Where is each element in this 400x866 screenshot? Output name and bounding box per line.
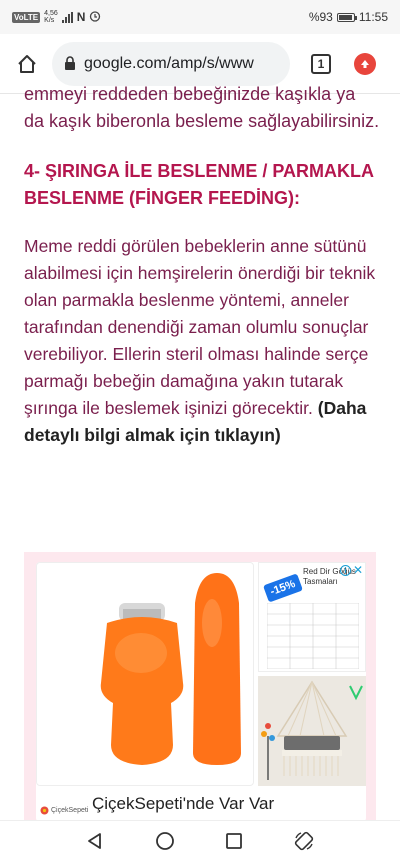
battery-percentage: %93 [308, 10, 333, 24]
advertisement[interactable]: -15% Red Dir Göğüs Tasmaları i ✕ ÇiçekSe… [24, 552, 376, 822]
lock-icon [65, 56, 75, 70]
ad-secondary-image[interactable]: -15% Red Dir Göğüs Tasmaları i ✕ [258, 562, 366, 672]
tab-count: 1 [311, 53, 331, 74]
nfc-icon: N [76, 10, 86, 24]
home-button[interactable] [10, 47, 44, 81]
status-bar: VoLTE 4,56 K/s N %93 11:55 [0, 0, 400, 34]
network-speed: 4,56 K/s [44, 10, 58, 24]
ad-hammock-image[interactable] [258, 676, 366, 786]
tab-switcher-button[interactable]: 1 [304, 47, 338, 81]
ad-card[interactable]: -15% Red Dir Göğüs Tasmaları i ✕ ÇiçekSe… [36, 562, 366, 822]
ad-logo: ÇiçekSepeti [40, 806, 88, 815]
square-recents-icon [226, 833, 242, 849]
info-icon[interactable]: i [339, 565, 351, 576]
back-button[interactable] [85, 831, 105, 856]
circle-home-icon [156, 832, 174, 850]
article-paragraph: Meme reddi görülen bebeklerin anne sütün… [24, 233, 380, 449]
section-heading: 4- ŞIRINGA İLE BESLENME / PARMAKLA BESLE… [24, 161, 374, 208]
battery-icon [336, 12, 357, 22]
ad-choices[interactable]: i ✕ [339, 564, 363, 576]
signal-icon [61, 11, 73, 23]
url-text: google.com/amp/s/www [84, 54, 254, 72]
article-content: emmeyi reddeden bebeğinizde kaşıkla ya d… [24, 84, 380, 449]
close-icon[interactable]: ✕ [353, 564, 363, 576]
address-bar[interactable]: google.com/amp/s/www [52, 41, 290, 86]
update-icon [354, 52, 376, 75]
rotate-button[interactable] [293, 830, 315, 857]
article-paragraph: emmeyi reddeden bebeğinizde kaşıkla ya d… [24, 84, 380, 131]
update-button[interactable] [348, 47, 382, 81]
home-icon [18, 54, 36, 73]
body-text: Meme reddi görülen bebeklerin anne sütün… [24, 236, 376, 418]
clock: 11:55 [358, 10, 388, 24]
ad-title[interactable]: ÇiçekSepeti'nde Var Var [92, 794, 274, 814]
home-nav-button[interactable] [155, 831, 175, 856]
system-navigation-bar [0, 820, 400, 866]
flower-icon [40, 806, 49, 815]
recents-button[interactable] [225, 832, 243, 855]
back-icon [88, 833, 101, 849]
discount-badge: -15% [262, 573, 303, 603]
alarm-icon [89, 10, 101, 25]
volte-badge: VoLTE [12, 11, 41, 23]
rotate-icon [294, 831, 314, 851]
ad-product-image[interactable] [36, 562, 254, 786]
